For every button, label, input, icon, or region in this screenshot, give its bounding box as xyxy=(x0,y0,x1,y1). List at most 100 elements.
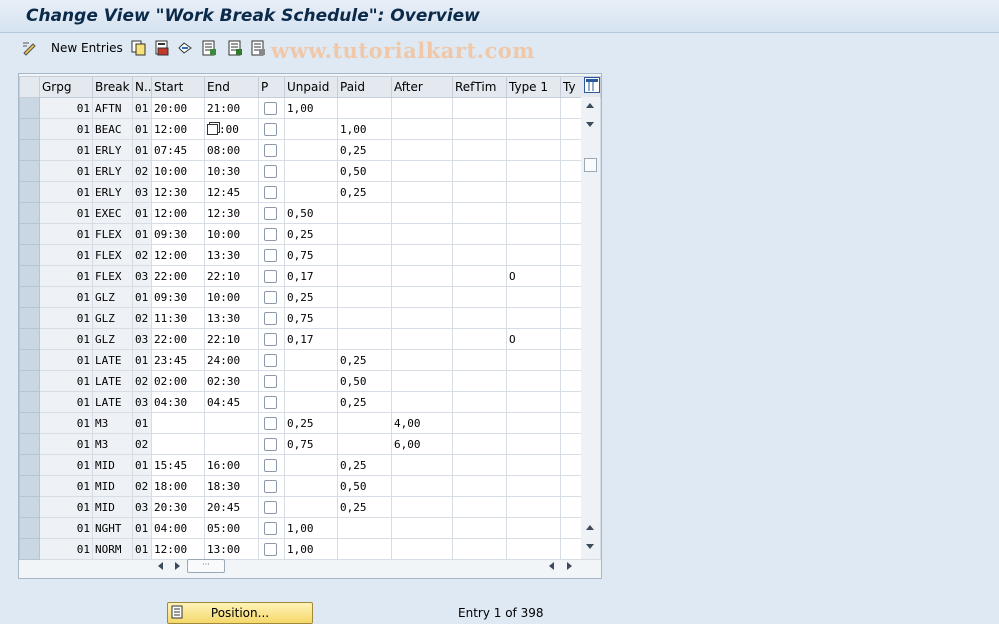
paid-break-checkbox[interactable] xyxy=(264,542,277,556)
row-selector[interactable] xyxy=(19,517,40,539)
cell-unpaid[interactable] xyxy=(284,391,338,413)
row-selector[interactable] xyxy=(19,286,40,308)
scroll-right-icon[interactable] xyxy=(175,562,180,570)
cell-paid[interactable]: 0,25 xyxy=(337,349,392,371)
cell-unpaid[interactable] xyxy=(284,496,338,518)
cell-start[interactable]: 12:00 xyxy=(151,118,205,140)
cell-reftim[interactable] xyxy=(452,328,507,350)
cell-reftim[interactable] xyxy=(452,349,507,371)
horizontal-scroll-thumb[interactable]: ··· xyxy=(187,559,225,573)
cell-after[interactable] xyxy=(391,118,453,140)
cell-unpaid[interactable]: 0,17 xyxy=(284,328,338,350)
row-selector[interactable] xyxy=(19,454,40,476)
cell-paid[interactable]: 0,25 xyxy=(337,139,392,161)
row-selector[interactable] xyxy=(19,307,40,329)
cell-after[interactable] xyxy=(391,202,453,224)
cell-paid[interactable] xyxy=(337,244,392,266)
row-selector[interactable] xyxy=(19,412,40,434)
row-selector[interactable] xyxy=(19,118,40,140)
cell-reftim[interactable] xyxy=(452,391,507,413)
table-icon[interactable] xyxy=(201,40,217,56)
cell-reftim[interactable] xyxy=(452,370,507,392)
cell-paid[interactable]: 1,00 xyxy=(337,118,392,140)
cell-reftim[interactable] xyxy=(452,223,507,245)
cell-paid[interactable]: 0,25 xyxy=(337,391,392,413)
cell-type1[interactable] xyxy=(506,517,561,539)
paid-break-checkbox[interactable] xyxy=(264,227,277,241)
cell-end[interactable]: 12:30 xyxy=(204,202,259,224)
cell-start[interactable]: 09:30 xyxy=(151,286,205,308)
cell-reftim[interactable] xyxy=(452,475,507,497)
cell-after[interactable] xyxy=(391,496,453,518)
cell-reftim[interactable] xyxy=(452,265,507,287)
cell-end[interactable]: 13:30 xyxy=(204,307,259,329)
cell-reftim[interactable] xyxy=(452,139,507,161)
cell-type1[interactable] xyxy=(506,391,561,413)
cell-start[interactable]: 09:30 xyxy=(151,223,205,245)
cell-start[interactable]: 22:00 xyxy=(151,265,205,287)
cell-type1[interactable] xyxy=(506,97,561,119)
copy-value-icon[interactable] xyxy=(207,124,218,135)
column-header-number[interactable]: N.. xyxy=(132,76,152,98)
cell-type1[interactable]: O xyxy=(506,265,561,287)
cell-reftim[interactable] xyxy=(452,181,507,203)
cell-reftim[interactable] xyxy=(452,286,507,308)
cell-after[interactable]: 6,00 xyxy=(391,433,453,455)
paid-break-checkbox[interactable] xyxy=(264,416,277,430)
cell-paid[interactable]: 0,25 xyxy=(337,181,392,203)
cell-unpaid[interactable]: 0,50 xyxy=(284,202,338,224)
cell-paid[interactable]: 0,50 xyxy=(337,370,392,392)
cell-type1[interactable] xyxy=(506,223,561,245)
cell-after[interactable] xyxy=(391,223,453,245)
row-selector[interactable] xyxy=(19,181,40,203)
cell-end[interactable]: 10:30 xyxy=(204,160,259,182)
cell-reftim[interactable] xyxy=(452,118,507,140)
cell-end[interactable]: 21:00 xyxy=(204,97,259,119)
cell-type1[interactable] xyxy=(506,349,561,371)
cell-type1[interactable] xyxy=(506,412,561,434)
page-down-icon[interactable] xyxy=(586,544,594,549)
cell-end[interactable]: 12:45 xyxy=(204,181,259,203)
cell-paid[interactable] xyxy=(337,265,392,287)
column-header-unpaid[interactable]: Unpaid xyxy=(284,76,338,98)
cell-end[interactable]: 16:00 xyxy=(204,454,259,476)
row-selector[interactable] xyxy=(19,349,40,371)
cell-after[interactable] xyxy=(391,475,453,497)
scroll-left-icon[interactable] xyxy=(158,562,163,570)
cell-start[interactable]: 11:30 xyxy=(151,307,205,329)
cell-reftim[interactable] xyxy=(452,307,507,329)
column-header-paid[interactable]: Paid xyxy=(337,76,392,98)
cell-start[interactable]: 04:30 xyxy=(151,391,205,413)
position-button[interactable]: Position... xyxy=(167,602,313,624)
cell-type1[interactable] xyxy=(506,307,561,329)
paid-break-checkbox[interactable] xyxy=(264,479,277,493)
row-selector[interactable] xyxy=(19,433,40,455)
cell-after[interactable] xyxy=(391,181,453,203)
row-selector[interactable] xyxy=(19,244,40,266)
cell-paid[interactable] xyxy=(337,517,392,539)
cell-unpaid[interactable]: 0,75 xyxy=(284,244,338,266)
cell-type1[interactable] xyxy=(506,475,561,497)
row-selector[interactable] xyxy=(19,139,40,161)
cell-unpaid[interactable] xyxy=(284,139,338,161)
cell-after[interactable] xyxy=(391,307,453,329)
paid-break-checkbox[interactable] xyxy=(264,353,277,367)
cell-start[interactable]: 04:00 xyxy=(151,517,205,539)
cell-paid[interactable]: 0,50 xyxy=(337,475,392,497)
cell-start[interactable]: 02:00 xyxy=(151,370,205,392)
paid-break-checkbox[interactable] xyxy=(264,290,277,304)
paid-break-checkbox[interactable] xyxy=(264,521,277,535)
cell-paid[interactable]: 0,50 xyxy=(337,160,392,182)
row-selector[interactable] xyxy=(19,97,40,119)
row-selector[interactable] xyxy=(19,328,40,350)
cell-start[interactable] xyxy=(151,433,205,455)
cell-paid[interactable] xyxy=(337,223,392,245)
cell-type1[interactable] xyxy=(506,496,561,518)
row-selector[interactable] xyxy=(19,475,40,497)
cell-end[interactable]: 22:10 xyxy=(204,328,259,350)
cell-type1[interactable] xyxy=(506,139,561,161)
row-selector[interactable] xyxy=(19,391,40,413)
cell-end[interactable]: 10:00 xyxy=(204,223,259,245)
cell-end[interactable]: 02:30 xyxy=(204,370,259,392)
paid-break-checkbox[interactable] xyxy=(264,164,277,178)
